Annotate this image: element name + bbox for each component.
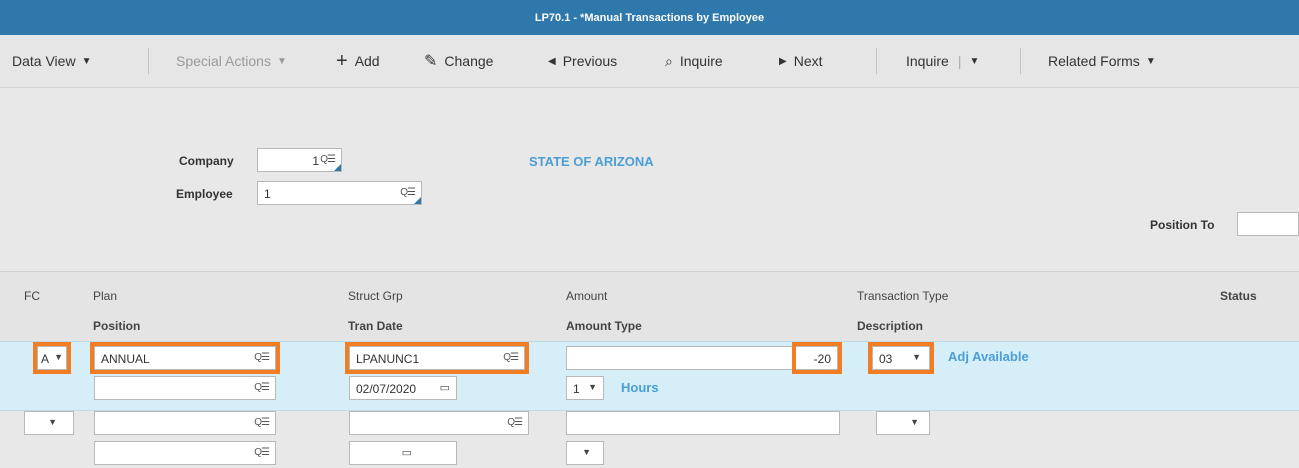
- tran-date-field[interactable]: 02/07/2020 ▭: [349, 376, 457, 400]
- company-name: STATE OF ARIZONA: [529, 154, 654, 169]
- struct-grp-field[interactable]: Q☰: [349, 411, 529, 435]
- change-button[interactable]: ✎ Change: [424, 35, 493, 87]
- previous-button[interactable]: ◀ Previous: [548, 35, 617, 87]
- field-corner-indicator: [334, 164, 341, 171]
- triangle-right-icon: ▶: [779, 55, 787, 67]
- tran-date-field[interactable]: ▭: [349, 441, 457, 465]
- window-title: LP70.1 - *Manual Transactions by Employe…: [0, 0, 1299, 35]
- related-forms-menu[interactable]: Related Forms ▼: [1048, 35, 1156, 87]
- tran-date-value: 02/07/2020: [356, 382, 417, 396]
- toolbar-divider: [1020, 48, 1021, 74]
- employee-field[interactable]: 1 Q☰: [257, 181, 422, 205]
- search-list-icon[interactable]: Q☰: [320, 154, 336, 165]
- change-label: Change: [444, 53, 494, 69]
- triangle-left-icon: ◀: [548, 55, 556, 67]
- highlight-box-struct-grp: [345, 342, 529, 374]
- employee-value: 1: [264, 187, 271, 201]
- col-amount-type: Amount Type: [566, 319, 642, 333]
- special-actions-menu[interactable]: Special Actions ▼: [176, 35, 287, 87]
- col-struct-grp: Struct Grp: [348, 289, 403, 303]
- amount-type-value: 1: [573, 382, 580, 396]
- data-view-menu[interactable]: Data View ▼: [12, 35, 91, 87]
- search-list-icon[interactable]: Q☰: [507, 417, 523, 428]
- caret-down-icon: ▼: [81, 55, 92, 67]
- highlight-box-plan: [90, 342, 280, 374]
- caret-down-icon: ▼: [969, 55, 980, 67]
- col-status: Status: [1220, 289, 1257, 303]
- special-actions-label: Special Actions: [176, 53, 271, 69]
- toolbar: Data View ▼ Special Actions ▼ + Add ✎ Ch…: [0, 35, 1299, 88]
- highlight-box-transaction-type: [868, 342, 934, 374]
- col-plan: Plan: [93, 289, 118, 303]
- amount-type-select[interactable]: 1 ▼: [566, 376, 604, 400]
- company-label: Company: [179, 154, 234, 168]
- amount-type-select[interactable]: ▼: [566, 441, 604, 465]
- position-to-label: Position To: [1150, 218, 1215, 232]
- toolbar-divider: [148, 48, 149, 74]
- data-view-label: Data View: [12, 53, 76, 69]
- plus-icon: +: [336, 49, 348, 72]
- add-button[interactable]: + Add: [336, 35, 380, 87]
- inquire-menu-label: Inquire: [906, 53, 949, 69]
- amount-field[interactable]: [566, 411, 840, 435]
- chevron-down-icon: ▼: [582, 447, 591, 457]
- position-field[interactable]: Q☰: [94, 441, 276, 465]
- description-link[interactable]: Adj Available: [948, 349, 1029, 364]
- employee-label: Employee: [176, 187, 233, 201]
- search-list-icon[interactable]: Q☰: [254, 447, 270, 458]
- company-field[interactable]: 1 Q☰: [257, 148, 342, 172]
- chevron-down-icon: ▼: [48, 417, 57, 427]
- caret-down-icon: ▼: [276, 55, 287, 67]
- plan-field[interactable]: Q☰: [94, 411, 276, 435]
- fc-select[interactable]: ▼: [24, 411, 74, 435]
- split-divider: |: [957, 53, 962, 69]
- calendar-icon[interactable]: ▭: [440, 381, 450, 394]
- col-fc: FC: [24, 289, 40, 303]
- position-to-field[interactable]: [1237, 212, 1299, 236]
- pencil-icon: ✎: [424, 53, 438, 70]
- inquire-search-icon: ⌕: [665, 52, 673, 69]
- chevron-down-icon: ▼: [588, 382, 597, 392]
- company-value: 1: [312, 154, 319, 168]
- position-field[interactable]: Q☰: [94, 376, 276, 400]
- caret-down-icon: ▼: [1145, 55, 1156, 67]
- search-list-icon[interactable]: Q☰: [400, 187, 416, 198]
- add-label: Add: [354, 53, 380, 69]
- field-corner-indicator: [414, 197, 421, 204]
- col-amount: Amount: [566, 289, 608, 303]
- related-forms-label: Related Forms: [1048, 53, 1140, 69]
- inquire-menu[interactable]: Inquire | ▼: [906, 35, 979, 87]
- col-position: Position: [93, 319, 141, 333]
- grid-header: FC Plan Position Struct Grp Tran Date Am…: [0, 271, 1299, 342]
- chevron-down-icon: ▼: [910, 417, 919, 427]
- next-label: Next: [793, 53, 823, 69]
- col-tran-date: Tran Date: [348, 319, 403, 333]
- col-description: Description: [857, 319, 924, 333]
- transaction-type-select[interactable]: ▼: [876, 411, 930, 435]
- inquire-label: Inquire: [679, 53, 723, 69]
- col-transaction-type: Transaction Type: [857, 289, 949, 303]
- highlight-box-fc: [33, 342, 71, 374]
- inquire-button[interactable]: ⌕ Inquire: [665, 35, 723, 87]
- search-list-icon[interactable]: Q☰: [254, 382, 270, 393]
- calendar-icon[interactable]: ▭: [402, 446, 412, 459]
- highlight-box-amount: [792, 342, 842, 374]
- next-button[interactable]: ▶ Next: [779, 35, 823, 87]
- previous-label: Previous: [562, 53, 618, 69]
- amount-type-desc: Hours: [621, 380, 659, 395]
- toolbar-divider: [876, 48, 877, 74]
- search-list-icon[interactable]: Q☰: [254, 417, 270, 428]
